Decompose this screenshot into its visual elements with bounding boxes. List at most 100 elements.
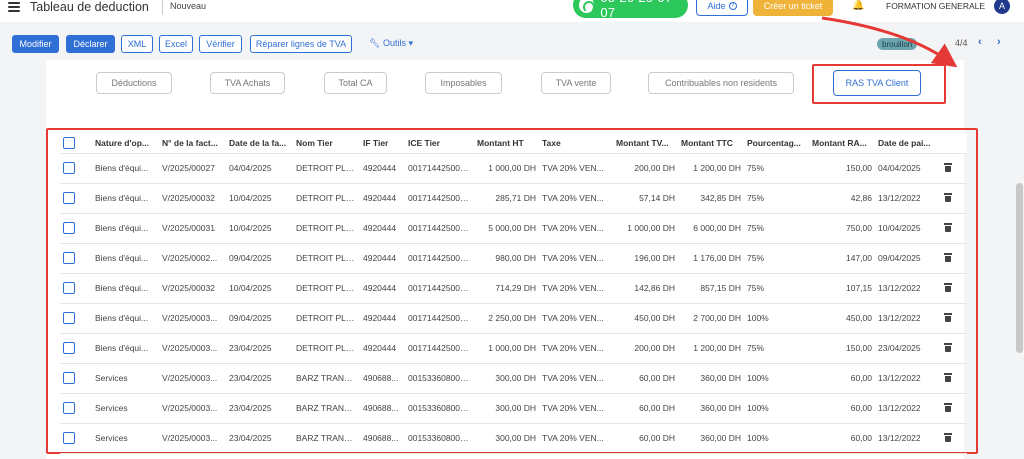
help-button[interactable]: Aide ? bbox=[696, 0, 748, 16]
tab-total-ca[interactable]: Total CA bbox=[324, 72, 387, 94]
table-cell: 42,86 bbox=[809, 183, 875, 214]
col-header[interactable]: Montant HT bbox=[474, 133, 539, 154]
row-checkbox[interactable] bbox=[60, 243, 92, 274]
table-body: Biens d'équi... V/2025/00027 04/04/2025 DET… bbox=[60, 153, 967, 454]
organization-name[interactable]: FORMATION GENERALE bbox=[886, 1, 985, 11]
row-checkbox[interactable] bbox=[60, 393, 92, 424]
table-cell: 10/04/2025 bbox=[226, 213, 293, 244]
delete-row-button[interactable] bbox=[941, 393, 967, 424]
col-header[interactable]: Date de pai... bbox=[875, 133, 941, 154]
table-row[interactable]: Biens d'équi... V/2025/0002... 09/04/2025 D… bbox=[60, 243, 967, 274]
row-checkbox[interactable] bbox=[60, 423, 92, 454]
col-header[interactable]: N° de la fact... bbox=[159, 133, 226, 154]
trash-icon bbox=[944, 222, 952, 232]
col-header[interactable]: Taxe bbox=[539, 133, 613, 154]
row-checkbox[interactable] bbox=[60, 303, 92, 334]
table-cell: Services bbox=[92, 393, 159, 424]
table-header-row: Nature d'op... N° de la fact... Date de … bbox=[60, 133, 967, 154]
table-row[interactable]: Biens d'équi... V/2025/0003... 09/04/2025 D… bbox=[60, 303, 967, 334]
reparer-lignes-tva-button[interactable]: Réparer lignes de TVA bbox=[250, 35, 352, 53]
table-row[interactable]: Biens d'équi... V/2025/00027 04/04/2025 DET… bbox=[60, 153, 967, 184]
avatar[interactable]: A bbox=[994, 0, 1010, 14]
chevron-left-icon[interactable]: ‹ bbox=[978, 36, 982, 48]
col-header[interactable]: Date de la fa... bbox=[226, 133, 293, 154]
col-header[interactable]: Nom Tier bbox=[293, 133, 360, 154]
table-cell: Services bbox=[92, 363, 159, 394]
table-cell: 4920444 bbox=[360, 243, 405, 274]
table-cell: 13/12/2022 bbox=[875, 363, 941, 394]
table-cell: DETROIT PLA... bbox=[293, 213, 360, 244]
table-cell: 001533608000... bbox=[405, 393, 474, 424]
table-cell: Biens d'équi... bbox=[92, 333, 159, 364]
delete-row-button[interactable] bbox=[941, 183, 967, 214]
table-cell: 1 000,00 DH bbox=[474, 333, 539, 364]
create-ticket-button[interactable]: Créer un ticket bbox=[753, 0, 833, 16]
table-row[interactable]: Biens d'équi... V/2025/0003... 23/04/2025 D… bbox=[60, 333, 967, 364]
delete-row-button[interactable] bbox=[941, 303, 967, 334]
table-cell: 2 700,00 DH bbox=[678, 303, 744, 334]
declarer-button[interactable]: Déclarer bbox=[66, 35, 115, 53]
col-header[interactable]: IF Tier bbox=[360, 133, 405, 154]
table-cell: 001714425000... bbox=[405, 243, 474, 274]
tab-deductions[interactable]: Déductions bbox=[96, 72, 172, 94]
table-cell: Biens d'équi... bbox=[92, 273, 159, 304]
excel-button[interactable]: Excel bbox=[159, 35, 193, 53]
table-cell: 57,14 DH bbox=[613, 183, 678, 214]
table-cell: 107,15 bbox=[809, 273, 875, 304]
row-checkbox[interactable] bbox=[60, 183, 92, 214]
table-cell: 23/04/2025 bbox=[226, 423, 293, 454]
row-checkbox[interactable] bbox=[60, 153, 92, 184]
col-header[interactable]: Nature d'op... bbox=[92, 133, 159, 154]
table-cell: 001533608000... bbox=[405, 363, 474, 394]
table-cell: 200,00 DH bbox=[613, 153, 678, 184]
table-cell: 75% bbox=[744, 273, 809, 304]
col-header[interactable]: Pourcentag... bbox=[744, 133, 809, 154]
vertical-scrollbar[interactable] bbox=[1016, 183, 1023, 353]
delete-row-button[interactable] bbox=[941, 153, 967, 184]
delete-row-button[interactable] bbox=[941, 423, 967, 454]
table-cell: 300,00 DH bbox=[474, 363, 539, 394]
select-all-checkbox[interactable] bbox=[60, 133, 92, 154]
tab-tva-achats[interactable]: TVA Achats bbox=[210, 72, 285, 94]
chevron-right-icon[interactable]: › bbox=[997, 36, 1001, 48]
outils-dropdown[interactable]: 🔧︎ Outils ▾ bbox=[369, 38, 413, 49]
table-cell: V/2025/00032 bbox=[159, 273, 226, 304]
hamburger-menu-icon[interactable] bbox=[8, 0, 20, 14]
support-phone-button[interactable]: 05 20 25 07 07 bbox=[573, 0, 688, 20]
xml-button[interactable]: XML bbox=[121, 35, 153, 53]
table-row[interactable]: Services V/2025/0003... 23/04/2025 BARZ TRA… bbox=[60, 363, 967, 394]
row-checkbox[interactable] bbox=[60, 333, 92, 364]
delete-row-button[interactable] bbox=[941, 363, 967, 394]
table-cell: 75% bbox=[744, 153, 809, 184]
table-cell: 75% bbox=[744, 213, 809, 244]
table-row[interactable]: Services V/2025/0003... 23/04/2025 BARZ TRA… bbox=[60, 423, 967, 454]
delete-row-button[interactable] bbox=[941, 243, 967, 274]
tab-contribuables-non-residents[interactable]: Contribuables non residents bbox=[648, 72, 794, 94]
col-header[interactable]: Montant RA... bbox=[809, 133, 875, 154]
top-bar: Tableau de deduction Nouveau 05 20 25 07… bbox=[0, 0, 1024, 22]
delete-row-button[interactable] bbox=[941, 273, 967, 304]
row-checkbox[interactable] bbox=[60, 213, 92, 244]
verifier-button[interactable]: Vérifier bbox=[199, 35, 242, 53]
table-cell: Biens d'équi... bbox=[92, 183, 159, 214]
table-cell: V/2025/00027 bbox=[159, 153, 226, 184]
bell-icon[interactable]: 🔔 bbox=[852, 0, 864, 11]
table-cell: 342,85 DH bbox=[678, 183, 744, 214]
row-checkbox[interactable] bbox=[60, 273, 92, 304]
table-row[interactable]: Biens d'équi... V/2025/00032 10/04/2025 DET… bbox=[60, 273, 967, 304]
col-header[interactable]: ICE Tier bbox=[405, 133, 474, 154]
tab-imposables[interactable]: Imposables bbox=[425, 72, 502, 94]
col-header[interactable]: Montant TV... bbox=[613, 133, 678, 154]
table-row[interactable]: Services V/2025/0003... 23/04/2025 BARZ TRA… bbox=[60, 393, 967, 424]
table-cell: 4920444 bbox=[360, 333, 405, 364]
delete-row-button[interactable] bbox=[941, 333, 967, 364]
tab-tva-vente[interactable]: TVA vente bbox=[541, 72, 611, 94]
modifier-button[interactable]: Modifier bbox=[12, 35, 59, 53]
table-cell: 1 176,00 DH bbox=[678, 243, 744, 274]
delete-row-button[interactable] bbox=[941, 213, 967, 244]
col-header[interactable]: Montant TTC bbox=[678, 133, 744, 154]
table-row[interactable]: Biens d'équi... V/2025/00031 10/04/2025 DET… bbox=[60, 213, 967, 244]
table-cell: 23/04/2025 bbox=[875, 333, 941, 364]
table-row[interactable]: Biens d'équi... V/2025/00032 10/04/2025 DET… bbox=[60, 183, 967, 214]
row-checkbox[interactable] bbox=[60, 363, 92, 394]
